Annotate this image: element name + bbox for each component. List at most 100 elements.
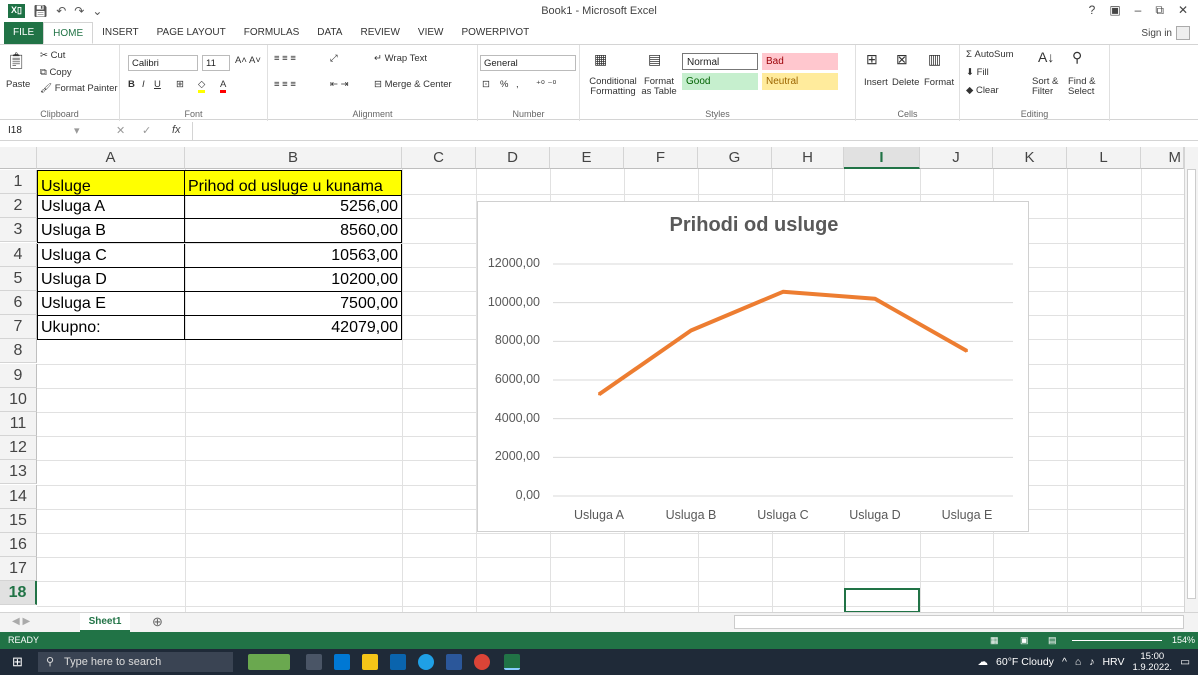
formula-input[interactable]: [192, 122, 1188, 140]
table-header-cell[interactable]: Prihod od usluge u kunama: [184, 170, 402, 196]
tab-powerpivot[interactable]: POWERPIVOT: [452, 22, 538, 44]
tab-file[interactable]: FILE: [4, 22, 44, 44]
ribbon-display-icon[interactable]: ▣: [1109, 3, 1120, 18]
comma-button[interactable]: ,: [516, 79, 519, 90]
table-header-cell[interactable]: Usluge: [37, 170, 185, 196]
windows-start-icon[interactable]: ⊞: [12, 654, 23, 670]
row-header[interactable]: 6: [0, 291, 37, 315]
row-header[interactable]: 4: [0, 242, 37, 267]
autosum-button[interactable]: Σ AutoSum: [966, 49, 1014, 60]
cut-button[interactable]: ✂ Cut: [40, 50, 65, 61]
page-break-view-icon[interactable]: ▤: [1048, 632, 1057, 649]
sort-filter-icon[interactable]: A↓: [1038, 49, 1054, 65]
format-cells-icon[interactable]: ▥: [928, 51, 941, 68]
tab-home[interactable]: HOME: [43, 22, 94, 44]
row-header[interactable]: 1: [0, 170, 37, 194]
insert-cells-icon[interactable]: ⊞: [866, 51, 878, 68]
style-normal[interactable]: Normal: [682, 53, 758, 70]
conditional-formatting-icon[interactable]: ▦: [594, 51, 607, 68]
weather-text[interactable]: 60°F Cloudy: [996, 656, 1054, 668]
store-icon[interactable]: [334, 654, 350, 670]
select-all-corner[interactable]: [0, 147, 37, 169]
grow-font-icon[interactable]: A˄ A˅: [235, 55, 261, 66]
column-header[interactable]: G: [698, 147, 772, 169]
zoom-slider[interactable]: [1072, 640, 1162, 641]
font-color-icon[interactable]: A: [220, 79, 227, 93]
restore-icon[interactable]: ⧉: [1155, 3, 1164, 18]
row-header[interactable]: 10: [0, 387, 37, 412]
series-line[interactable]: [597, 289, 968, 397]
table-cell[interactable]: 42079,00: [184, 316, 402, 341]
row-header[interactable]: 11: [0, 412, 37, 436]
column-header[interactable]: A: [37, 147, 185, 169]
tab-insert[interactable]: INSERT: [93, 22, 148, 44]
chrome-icon[interactable]: [474, 654, 490, 670]
row-header[interactable]: 5: [0, 266, 37, 291]
name-box[interactable]: I18: [8, 123, 60, 139]
sheet-tab[interactable]: Sheet1: [80, 613, 130, 632]
format-cells-button[interactable]: Format: [924, 77, 954, 88]
percent-button[interactable]: %: [500, 79, 508, 90]
enter-formula-icon[interactable]: ✓: [142, 124, 151, 137]
tab-review[interactable]: REVIEW: [351, 22, 408, 44]
delete-cells-button[interactable]: Delete: [892, 77, 919, 88]
tab-data[interactable]: DATA: [308, 22, 351, 44]
clear-button[interactable]: ◆ Clear: [966, 85, 999, 96]
data-point[interactable]: [598, 393, 600, 396]
horizontal-scrollbar[interactable]: [734, 615, 1184, 629]
column-header[interactable]: D: [476, 147, 550, 169]
number-format-select[interactable]: General: [480, 55, 576, 71]
copy-button[interactable]: ⧉ Copy: [40, 67, 72, 78]
delete-cells-icon[interactable]: ⊠: [896, 51, 908, 68]
column-header[interactable]: C: [402, 147, 476, 169]
tab-view[interactable]: VIEW: [409, 22, 453, 44]
column-header-selected[interactable]: I: [844, 147, 920, 169]
borders-icon[interactable]: ⊞: [176, 79, 184, 90]
style-good[interactable]: Good: [682, 73, 758, 90]
currency-icon[interactable]: ⊡: [482, 79, 490, 90]
column-header[interactable]: K: [993, 147, 1067, 169]
paste-button[interactable]: Paste: [6, 79, 30, 90]
page-layout-view-icon[interactable]: ▣: [1020, 632, 1029, 649]
conditional-formatting-button[interactable]: Conditional Formatting: [584, 77, 642, 97]
excel-taskbar-icon[interactable]: [504, 654, 520, 670]
row-header[interactable]: 2: [0, 194, 37, 219]
row-header[interactable]: 12: [0, 436, 37, 461]
bold-button[interactable]: B: [128, 79, 135, 90]
normal-view-icon[interactable]: ▦: [990, 632, 999, 649]
clock[interactable]: 15:00 1.9.2022.: [1132, 651, 1172, 673]
orientation-icon[interactable]: ⤢: [330, 53, 338, 64]
close-icon[interactable]: ✕: [1178, 3, 1188, 18]
insert-cells-button[interactable]: Insert: [864, 77, 888, 88]
row-header[interactable]: 15: [0, 508, 37, 533]
row-header[interactable]: 7: [0, 315, 37, 340]
row-header[interactable]: 17: [0, 557, 37, 582]
word-icon[interactable]: [446, 654, 462, 670]
wrap-text-button[interactable]: ↵ Wrap Text: [374, 53, 427, 64]
format-as-table-button[interactable]: Format as Table: [638, 77, 680, 97]
tray-chevron-icon[interactable]: ^: [1062, 656, 1067, 668]
table-cell[interactable]: Usluga C: [37, 243, 185, 268]
volume-icon[interactable]: ♪: [1089, 656, 1094, 668]
language-indicator[interactable]: HRV: [1102, 656, 1124, 668]
add-sheet-button[interactable]: ⊕: [152, 614, 163, 630]
table-cell[interactable]: 7500,00: [184, 292, 402, 316]
row-header[interactable]: 14: [0, 484, 37, 509]
data-point[interactable]: [782, 290, 784, 293]
data-point[interactable]: [966, 350, 968, 352]
table-cell[interactable]: 5256,00: [184, 195, 402, 220]
font-name-select[interactable]: Calibri: [128, 55, 198, 71]
column-header[interactable]: F: [624, 147, 698, 169]
active-cell[interactable]: [844, 588, 920, 612]
network-icon[interactable]: ⌂: [1075, 656, 1081, 668]
column-header[interactable]: B: [185, 147, 402, 169]
underline-button[interactable]: U: [154, 79, 161, 90]
data-point[interactable]: [874, 297, 876, 300]
sign-in[interactable]: Sign in: [1141, 26, 1190, 40]
edge-icon[interactable]: [418, 654, 434, 670]
table-cell[interactable]: Usluga A: [37, 195, 185, 220]
row-header[interactable]: 16: [0, 533, 37, 557]
indent-icon[interactable]: ⇤ ⇥: [330, 79, 349, 90]
align-left-icon[interactable]: ≡ ≡ ≡: [274, 79, 296, 90]
binoculars-icon[interactable]: ⚲: [1072, 49, 1082, 66]
